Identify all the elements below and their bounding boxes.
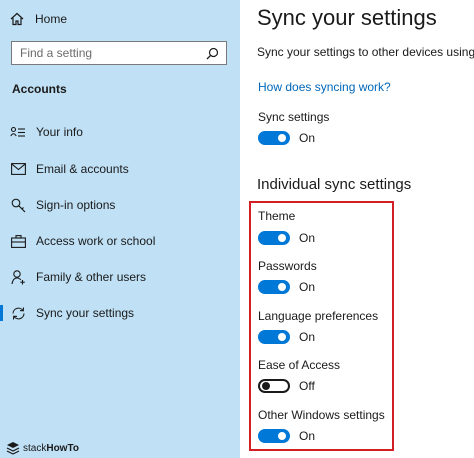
toggle-state-label: On [299,231,316,245]
sync-settings-toggle-row: On [258,130,315,146]
toggle-knob [278,134,286,142]
other-windows-settings-toggle-row: On [258,428,315,444]
toggle-knob [262,382,270,390]
sidebar-item-family-users[interactable]: Family & other users [0,263,240,291]
passwords-toggle[interactable] [258,280,290,294]
toggle-state-label: On [299,280,316,294]
home-nav-item[interactable]: Home [10,9,67,29]
theme-toggle-row: On [258,230,315,246]
page-title: Sync your settings [257,5,437,30]
sidebar-item-label: Email & accounts [36,162,129,176]
home-label: Home [35,12,68,26]
language-preferences-toggle[interactable] [258,330,290,344]
person-add-icon [10,269,26,285]
individual-sync-heading: Individual sync settings [257,176,412,193]
brand-prefix: stack [23,442,47,454]
search-input[interactable] [12,42,200,64]
theme-label: Theme [258,209,296,223]
ease-of-access-toggle-row: Off [258,378,315,394]
toggle-knob [278,333,286,341]
search-icon[interactable] [206,47,219,60]
sidebar-item-label: Sign-in options [36,198,116,212]
toggle-state-label: On [299,429,316,443]
toggle-knob [278,234,286,242]
help-link[interactable]: How does syncing work? [258,80,391,94]
main-panel: Sync your settings Sync your settings to… [240,0,474,458]
language-preferences-toggle-row: On [258,329,315,345]
other-windows-settings-toggle[interactable] [258,429,290,443]
sidebar: Home Accounts Your info Emai [0,0,240,458]
sidebar-item-access-work-school[interactable]: Access work or school [0,227,240,255]
briefcase-icon [10,233,26,249]
mail-icon [10,161,26,177]
stackhowto-logo-icon [6,442,20,455]
search-box [11,41,227,65]
passwords-toggle-row: On [258,279,315,295]
toggle-state-label: On [299,131,316,145]
key-icon [10,197,26,213]
sidebar-item-email-accounts[interactable]: Email & accounts [0,155,240,183]
person-card-icon [10,124,26,140]
toggle-knob [278,283,286,291]
sidebar-item-your-info[interactable]: Your info [0,118,240,146]
brand-suffix: HowTo [46,442,79,454]
ease-of-access-label: Ease of Access [258,358,341,372]
sidebar-item-sign-in-options[interactable]: Sign-in options [0,191,240,219]
accounts-section-label: Accounts [12,82,67,96]
sidebar-item-label: Access work or school [36,234,156,248]
theme-toggle[interactable] [258,231,290,245]
page-description: Sync your settings to other devices usin… [257,45,474,59]
ease-of-access-toggle[interactable] [258,379,290,393]
passwords-label: Passwords [258,259,317,273]
toggle-state-label: Off [299,379,315,393]
sync-icon [10,305,26,321]
sidebar-item-label: Your info [36,125,83,139]
brand-watermark: stackHowTo [6,440,79,456]
sync-settings-label: Sync settings [258,110,330,124]
toggle-state-label: On [299,330,316,344]
sidebar-item-sync-settings[interactable]: Sync your settings [0,299,240,327]
brand-text: stackHowTo [23,443,79,454]
sidebar-item-label: Family & other users [36,270,147,284]
toggle-knob [278,432,286,440]
other-windows-settings-label: Other Windows settings [258,408,385,422]
sidebar-item-label: Sync your settings [36,306,135,320]
sync-settings-toggle[interactable] [258,131,290,145]
language-preferences-label: Language preferences [258,309,379,323]
home-icon [10,12,24,26]
